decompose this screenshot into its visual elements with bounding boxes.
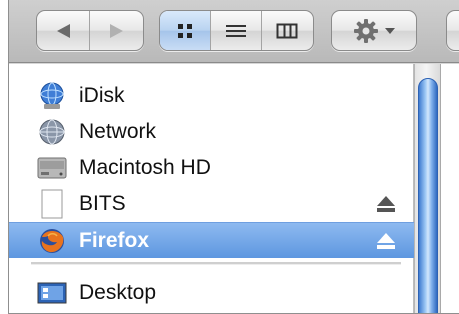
toolbar-overflow-button[interactable]	[446, 10, 459, 51]
sidebar-item-label: BITS	[79, 192, 126, 215]
sidebar-divider	[31, 262, 401, 265]
network-globe-icon	[37, 117, 67, 147]
sidebar-item-label: Desktop	[79, 281, 157, 304]
column-view-button[interactable]	[262, 11, 313, 50]
sidebar-item-label: Macintosh HD	[79, 156, 211, 179]
sidebar-item-macintosh-hd[interactable]: Macintosh HD	[9, 150, 414, 186]
sidebar-item-firefox[interactable]: Firefox	[9, 222, 414, 258]
sidebar-item-label: Firefox	[79, 228, 150, 252]
sidebar-item-idisk[interactable]: iDisk	[9, 78, 414, 114]
content-pane	[440, 64, 459, 313]
hard-drive-icon	[37, 153, 67, 183]
action-menu-button[interactable]	[331, 10, 417, 51]
desktop-icon	[37, 278, 67, 308]
firefox-icon	[37, 226, 67, 256]
idisk-icon	[37, 81, 67, 111]
icon-view-button[interactable]	[160, 11, 212, 50]
list-view-icon	[226, 24, 246, 37]
sidebar-item-label: iDisk	[79, 84, 125, 107]
scrollbar-thumb[interactable]	[418, 78, 438, 313]
eject-icon[interactable]	[375, 231, 397, 251]
eject-icon[interactable]	[375, 194, 397, 214]
back-forward-buttons	[36, 10, 144, 51]
list-view-button[interactable]	[211, 11, 262, 50]
sidebar-item-network[interactable]: Network	[9, 114, 414, 150]
sidebar-item-desktop[interactable]: Desktop	[9, 275, 414, 311]
sidebar-item-label: Network	[79, 120, 157, 143]
view-mode-buttons	[159, 10, 314, 51]
action-menu-content	[332, 11, 416, 50]
toolbar	[9, 0, 459, 63]
icon-view-icon	[178, 23, 193, 38]
gear-icon	[354, 18, 378, 43]
sidebar-item-bits[interactable]: BITS	[9, 186, 414, 222]
back-button[interactable]	[37, 11, 91, 50]
sidebar-scrollbar[interactable]	[414, 64, 440, 313]
disk-image-icon	[37, 189, 67, 219]
back-arrow-icon	[57, 23, 70, 38]
column-view-icon	[276, 23, 298, 38]
forward-arrow-icon	[109, 23, 123, 38]
finder-window: iDisk Network Macintosh HD BITS Firefox …	[8, 0, 459, 314]
forward-button[interactable]	[90, 11, 143, 50]
sidebar: iDisk Network Macintosh HD BITS Firefox …	[9, 64, 414, 313]
chevron-down-icon	[385, 27, 395, 34]
